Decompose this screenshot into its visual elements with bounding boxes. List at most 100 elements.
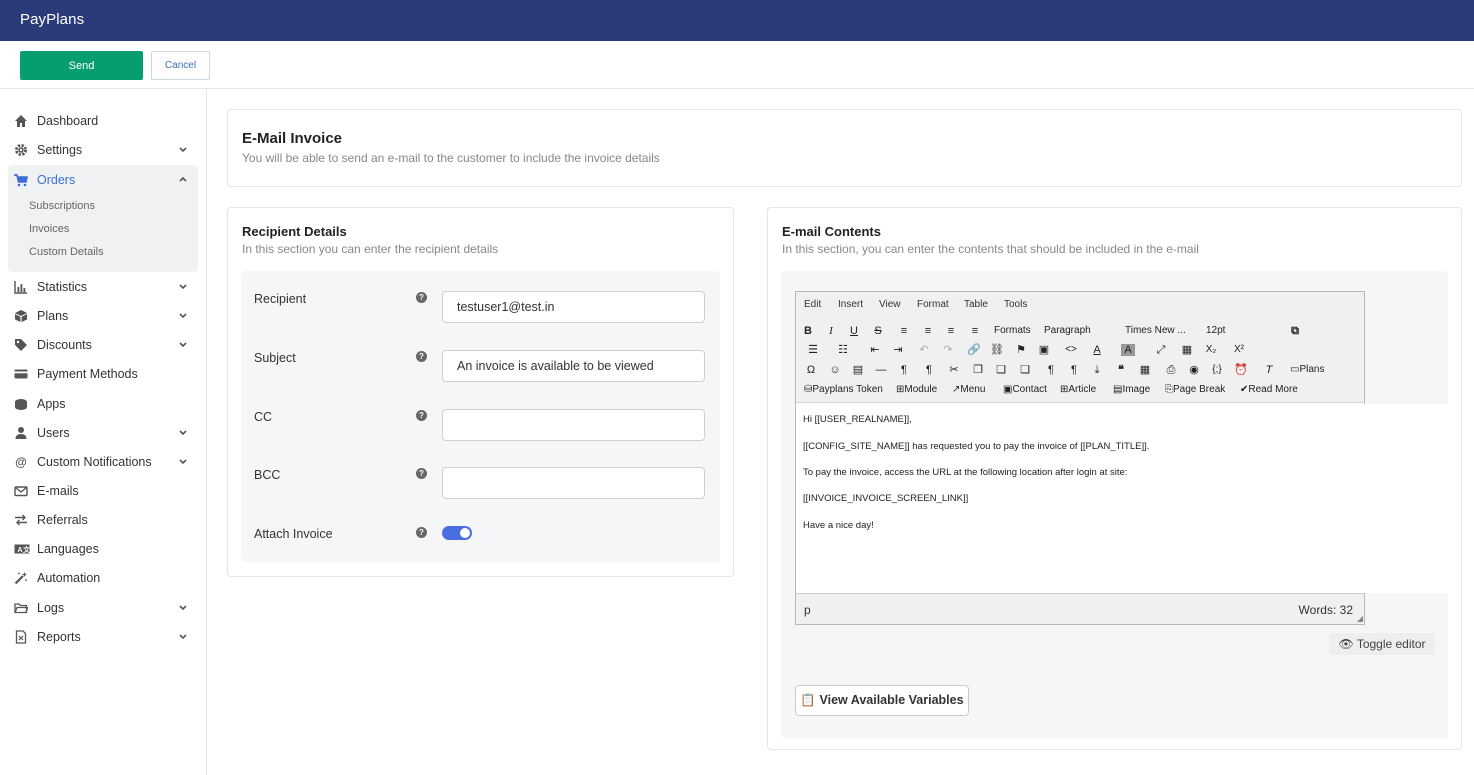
attach-invoice-toggle[interactable]: [442, 526, 472, 540]
menu-table[interactable]: Table: [964, 299, 988, 310]
superscript-icon[interactable]: X²: [1232, 344, 1246, 356]
cc-field[interactable]: [442, 409, 705, 441]
sidebar-subitem-subscriptions[interactable]: Subscriptions: [29, 200, 95, 212]
align-left-icon[interactable]: ≡: [897, 325, 911, 337]
formats-dropdown[interactable]: Formats: [994, 325, 1031, 337]
table-icon[interactable]: ▦: [1180, 344, 1194, 356]
page-break-button[interactable]: ⎘Page Break: [1165, 384, 1225, 396]
help-icon[interactable]: ?: [416, 527, 427, 538]
sidebar-item-settings[interactable]: Settings: [8, 136, 198, 165]
module-button[interactable]: ⊞Module: [896, 384, 937, 396]
plans-button[interactable]: ▭Plans: [1290, 364, 1324, 376]
sidebar-subitem-custom-details[interactable]: Custom Details: [29, 246, 104, 258]
article-button[interactable]: ⊞Article: [1060, 384, 1096, 396]
special-char-icon[interactable]: Ω: [804, 364, 818, 376]
font-family-dropdown[interactable]: Times New ...: [1125, 325, 1186, 337]
menu-edit[interactable]: Edit: [804, 299, 821, 310]
undo-icon[interactable]: ↶: [917, 344, 931, 356]
menu-tools[interactable]: Tools: [1004, 299, 1027, 310]
view-available-variables-button[interactable]: 📋 View Available Variables: [795, 685, 969, 716]
outdent-icon[interactable]: ⇤: [868, 344, 882, 356]
align-justify-icon[interactable]: ≡: [968, 325, 982, 337]
sidebar-item-automation[interactable]: Automation: [8, 564, 198, 593]
sidebar-item-emails[interactable]: E-mails: [8, 477, 198, 506]
ltr-icon[interactable]: ¶: [897, 364, 911, 376]
bookmark-icon[interactable]: ⚑: [1014, 344, 1028, 356]
help-icon[interactable]: ?: [416, 292, 427, 303]
strikethrough-icon[interactable]: S: [871, 325, 885, 337]
text-color-icon[interactable]: A: [1090, 344, 1104, 356]
sidebar-item-languages[interactable]: A文 Languages: [8, 535, 198, 564]
menu-format[interactable]: Format: [917, 299, 949, 310]
underline-icon[interactable]: U: [847, 325, 861, 337]
menu-view[interactable]: View: [879, 299, 901, 310]
media-icon[interactable]: ▤: [851, 364, 865, 376]
rtl-icon[interactable]: ¶: [922, 364, 936, 376]
subject-field[interactable]: [442, 350, 705, 382]
help-icon[interactable]: ?: [416, 351, 427, 362]
unlink-icon[interactable]: ⛓: [990, 344, 1004, 356]
resize-handle-icon[interactable]: ◢: [1357, 614, 1363, 623]
sidebar-item-plans[interactable]: Plans: [8, 302, 198, 331]
italic-icon[interactable]: I: [824, 325, 838, 337]
sidebar-subitem-invoices[interactable]: Invoices: [29, 223, 69, 235]
visual-chars-icon[interactable]: ¶: [1067, 364, 1081, 376]
paragraph-dropdown[interactable]: Paragraph: [1044, 325, 1091, 337]
sidebar-item-payment-methods[interactable]: Payment Methods: [8, 360, 198, 389]
menu-button[interactable]: ↗Menu: [952, 384, 985, 396]
link-icon[interactable]: 🔗: [967, 344, 981, 356]
indent-icon[interactable]: ⇥: [891, 344, 905, 356]
preview-icon[interactable]: ◉: [1187, 364, 1201, 376]
toggle-editor-button[interactable]: 👁 Toggle editor: [1329, 633, 1435, 655]
sidebar-item-dashboard[interactable]: Dashboard: [8, 107, 198, 136]
align-right-icon[interactable]: ≡: [944, 325, 958, 337]
cut-icon[interactable]: ✂: [947, 364, 961, 376]
read-more-button[interactable]: ✔Read More: [1240, 384, 1298, 396]
sidebar-item-apps[interactable]: Apps: [8, 390, 198, 419]
paste-icon[interactable]: ❏: [994, 364, 1008, 376]
blockquote-icon[interactable]: ❝: [1114, 364, 1128, 376]
code-sample-icon[interactable]: {;}: [1210, 364, 1224, 376]
sidebar-item-statistics[interactable]: Statistics: [8, 273, 198, 302]
sidebar-item-orders[interactable]: Orders: [8, 166, 198, 195]
menu-insert[interactable]: Insert: [838, 299, 863, 310]
emoticons-icon[interactable]: ☺: [828, 364, 842, 376]
fullscreen-icon[interactable]: ⤢: [1154, 344, 1168, 356]
contact-button[interactable]: ▣Contact: [1003, 384, 1047, 396]
sidebar-item-discounts[interactable]: Discounts: [8, 331, 198, 360]
clear-format-icon[interactable]: T: [1262, 364, 1276, 376]
numbered-list-icon[interactable]: ☷: [836, 344, 850, 356]
redo-icon[interactable]: ↷: [941, 344, 955, 356]
editor-body[interactable]: Hi [[USER_REALNAME]], [[CONFIG_SITE_NAME…: [796, 404, 1461, 593]
bullet-list-icon[interactable]: ☰: [806, 344, 820, 356]
image-icon[interactable]: ▣: [1037, 344, 1051, 356]
copy-icon[interactable]: ❐: [971, 364, 985, 376]
send-button[interactable]: Send: [20, 51, 143, 80]
help-icon[interactable]: ?: [416, 468, 427, 479]
bcc-field[interactable]: [442, 467, 705, 499]
background-color-icon[interactable]: A: [1121, 344, 1135, 356]
upload-icon[interactable]: ⤓: [1090, 364, 1104, 376]
code-icon[interactable]: <>: [1064, 344, 1078, 356]
sidebar-item-referrals[interactable]: Referrals: [8, 506, 198, 535]
sidebar-item-users[interactable]: Users: [8, 419, 198, 448]
help-icon[interactable]: ?: [416, 410, 427, 421]
sidebar-item-custom-notifications[interactable]: @ Custom Notifications: [8, 448, 198, 477]
find-replace-icon[interactable]: ⧉: [1288, 325, 1302, 337]
cancel-button[interactable]: Cancel: [151, 51, 210, 80]
template-icon[interactable]: ▦: [1138, 364, 1152, 376]
horizontal-rule-icon[interactable]: —: [874, 364, 888, 376]
image-button[interactable]: ▤Image: [1113, 384, 1150, 396]
payplans-token-button[interactable]: ⛁Payplans Token: [804, 384, 883, 396]
subscript-icon[interactable]: X₂: [1204, 344, 1218, 356]
print-icon[interactable]: ⎙: [1164, 364, 1178, 376]
sidebar-item-logs[interactable]: Logs: [8, 594, 198, 623]
show-blocks-icon[interactable]: ¶: [1044, 364, 1058, 376]
paste-text-icon[interactable]: ❏: [1018, 364, 1032, 376]
recipient-field[interactable]: [442, 291, 705, 323]
align-center-icon[interactable]: ≡: [921, 325, 935, 337]
clock-icon[interactable]: ⏰: [1234, 364, 1248, 376]
sidebar-item-reports[interactable]: Reports: [8, 623, 198, 652]
font-size-dropdown[interactable]: 12pt: [1206, 325, 1225, 337]
bold-icon[interactable]: B: [801, 325, 815, 337]
